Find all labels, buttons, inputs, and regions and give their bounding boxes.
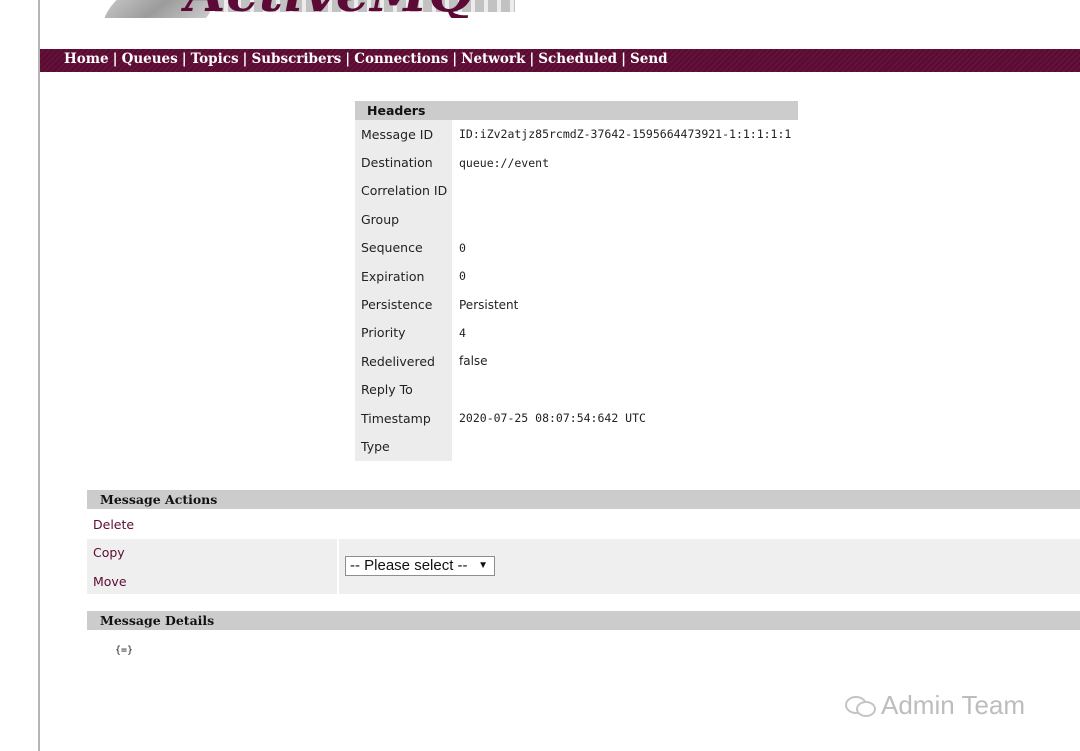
nav-separator: | <box>621 51 627 67</box>
move-link[interactable]: Move <box>93 574 127 589</box>
nav-separator: | <box>242 51 248 67</box>
nav-scheduled[interactable]: Scheduled <box>538 51 617 67</box>
header-value: Persistent <box>459 297 519 312</box>
header-label: Destination <box>355 148 452 177</box>
left-border-line <box>38 0 40 751</box>
nav-separator: | <box>112 51 118 67</box>
header-value <box>452 376 459 404</box>
nav-home[interactable]: Home <box>64 51 109 67</box>
nav-queues[interactable]: Queues <box>122 51 178 67</box>
destination-select[interactable]: -- Please select -- ▼ <box>345 556 495 576</box>
header-value <box>452 205 459 233</box>
nav-separator: | <box>345 51 351 67</box>
header-value <box>452 177 459 205</box>
nav-connections[interactable]: Connections <box>354 51 448 67</box>
header-value: 0 <box>459 240 466 255</box>
header-label: Group <box>355 205 452 234</box>
header-value: 4 <box>459 325 466 340</box>
nav-separator: | <box>452 51 458 67</box>
watermark-text: Admin Team <box>881 690 1026 720</box>
delete-link[interactable]: Delete <box>93 517 134 532</box>
header-value: ID:iZv2atjz85rcmdZ-37642-1595664473921-1… <box>459 127 792 142</box>
nav-network[interactable]: Network <box>461 51 525 67</box>
logo-text: ActiveMQ <box>185 0 475 18</box>
headers-title: Headers <box>355 101 798 120</box>
copy-link[interactable]: Copy <box>93 545 125 560</box>
header-label: Priority <box>355 318 452 348</box>
header-row-message-id: Message ID ID:iZv2atjz85rcmdZ-37642-1595… <box>355 120 798 149</box>
header-value <box>452 432 459 460</box>
copy-move-panel <box>87 539 1080 594</box>
panel-divider <box>337 539 339 594</box>
header-label: Timestamp <box>355 403 452 433</box>
nav-send[interactable]: Send <box>630 51 668 67</box>
header-label: Sequence <box>355 233 452 262</box>
header-row-persistence: Persistence Persistent <box>355 290 798 319</box>
watermark: Admin Team <box>845 690 1025 721</box>
header-row-correlation-id: Correlation ID <box>355 176 798 206</box>
header-label: Message ID <box>355 120 452 149</box>
header-label: Persistence <box>355 290 452 319</box>
message-body: {=} <box>115 645 134 656</box>
message-details-title: Message Details <box>87 611 1080 630</box>
nav-links: Home | Queues | Topics | Subscribers | Connectio… <box>64 51 668 67</box>
header-row-redelivered: Redelivered false <box>355 347 798 376</box>
headers-table: Headers Message ID ID:iZv2atjz85rcmdZ-37… <box>355 101 798 461</box>
activemq-logo[interactable]: ActiveMQ <box>90 0 550 18</box>
header-row-expiration: Expiration 0 <box>355 261 798 291</box>
header-row-destination: Destination queue://event <box>355 148 798 177</box>
wechat-icon <box>845 694 876 717</box>
dropdown-arrow-icon: ▼ <box>478 560 488 571</box>
main-nav-bar: Home | Queues | Topics | Subscribers | Connectio… <box>40 49 1080 72</box>
select-value: -- Please select -- <box>350 557 468 574</box>
header-value: 2020-07-25 08:07:54:642 UTC <box>459 411 646 426</box>
header-label: Redelivered <box>355 347 452 376</box>
header-row-reply-to: Reply To <box>355 375 798 404</box>
header-value: false <box>459 354 488 369</box>
header-label: Reply To <box>355 375 452 404</box>
nav-topics[interactable]: Topics <box>191 51 239 67</box>
nav-separator: | <box>181 51 187 67</box>
header-label: Type <box>355 432 452 461</box>
nav-separator: | <box>529 51 535 67</box>
header-label: Correlation ID <box>355 176 452 206</box>
header-row-priority: Priority 4 <box>355 318 798 348</box>
header-row-sequence: Sequence 0 <box>355 233 798 262</box>
header-row-timestamp: Timestamp 2020-07-25 08:07:54:642 UTC <box>355 403 798 433</box>
header-row-group: Group <box>355 205 798 234</box>
nav-subscribers[interactable]: Subscribers <box>251 51 341 67</box>
header-label: Expiration <box>355 261 452 291</box>
message-actions-title: Message Actions <box>87 490 1080 509</box>
header-value: 0 <box>459 269 466 284</box>
header-value: queue://event <box>459 155 550 170</box>
header-row-type: Type <box>355 432 798 461</box>
